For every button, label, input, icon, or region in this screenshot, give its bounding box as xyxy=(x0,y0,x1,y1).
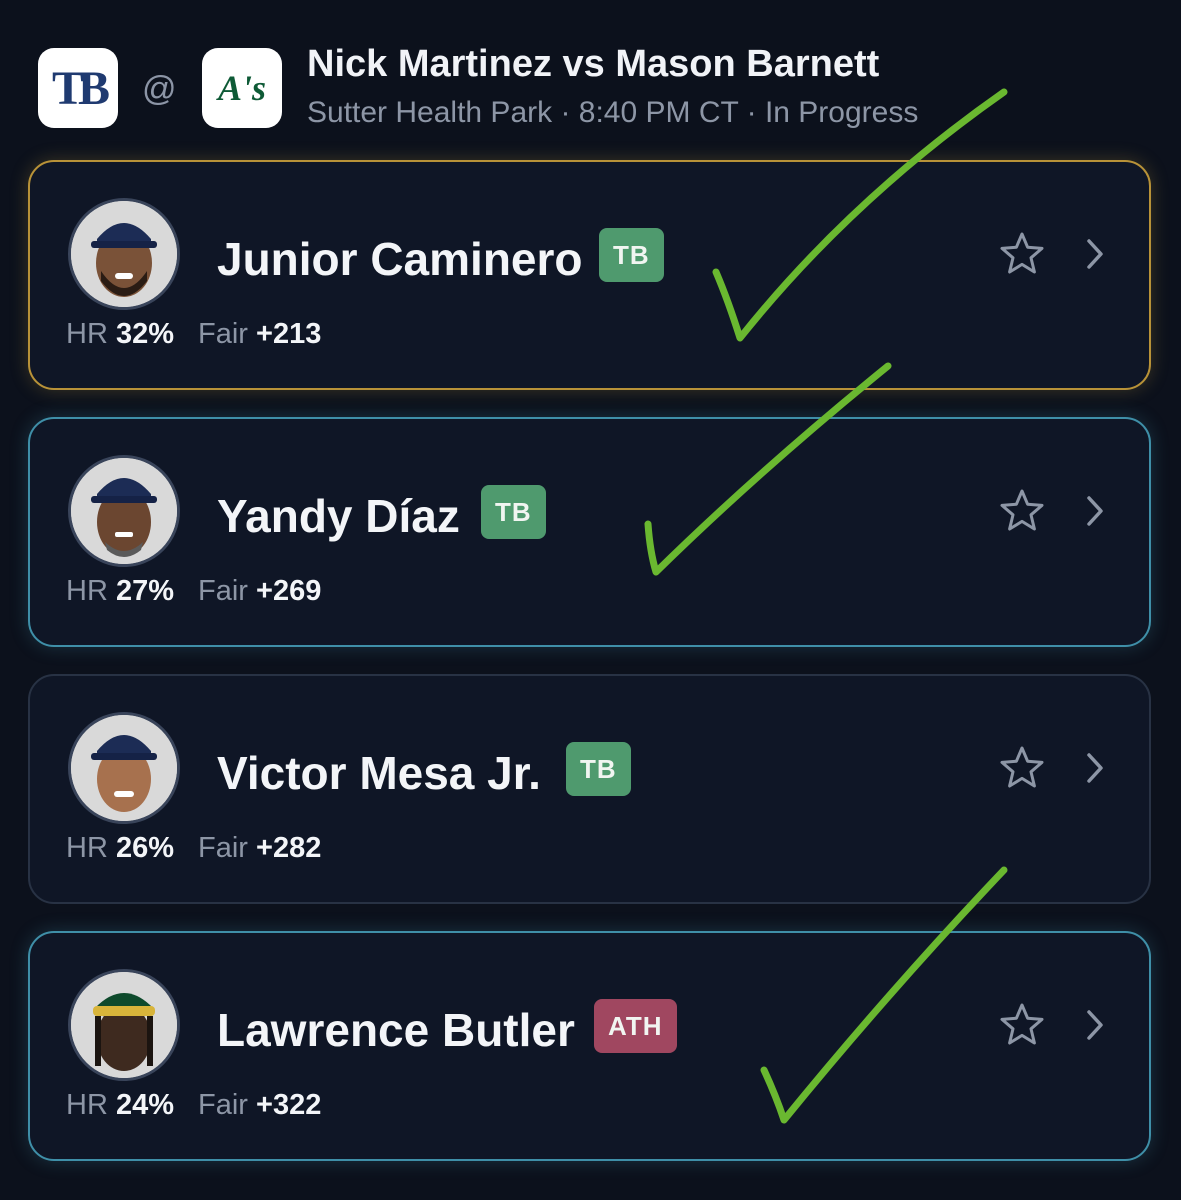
hr-probability: 27% xyxy=(115,575,174,607)
player-card[interactable]: Victor Mesa Jr. TB HR 26% Fair +282 xyxy=(28,674,1151,904)
hr-probability: 32% xyxy=(115,318,174,350)
game-status-subtitle: Sutter Health Park · 8:40 PM CT · In Pro… xyxy=(307,96,919,129)
player-stats: HR 26% Fair +282 xyxy=(66,832,322,864)
player-card[interactable]: Junior Caminero TB HR 32% Fair +213 xyxy=(28,160,1151,390)
tb-team-logo: TB xyxy=(38,48,118,128)
fair-odds: +269 xyxy=(256,575,322,607)
chevron-right-icon[interactable] xyxy=(1080,1007,1110,1043)
star-icon[interactable] xyxy=(998,487,1046,535)
star-icon[interactable] xyxy=(998,230,1046,278)
player-card[interactable]: Lawrence Butler ATH HR 24% Fair +322 xyxy=(28,931,1151,1161)
team-badge: TB xyxy=(481,485,546,539)
team-badge: TB xyxy=(599,228,664,282)
game-header: TB @ A's Nick Martinez vs Mason Barnett … xyxy=(38,43,1138,130)
player-avatar xyxy=(68,712,180,824)
ath-team-logo: A's xyxy=(202,48,282,128)
fair-odds: +213 xyxy=(256,318,322,350)
team-badge: ATH xyxy=(594,999,677,1053)
player-name: Victor Mesa Jr. xyxy=(217,747,541,799)
matchup-title: Nick Martinez vs Mason Barnett xyxy=(307,43,880,85)
player-avatar xyxy=(68,969,180,1081)
player-avatar xyxy=(68,455,180,567)
hr-probability: 24% xyxy=(115,1089,174,1121)
player-avatar xyxy=(68,198,180,310)
player-name: Junior Caminero xyxy=(217,233,583,285)
at-separator: @ xyxy=(142,70,177,108)
team-badge: TB xyxy=(566,742,631,796)
chevron-right-icon[interactable] xyxy=(1080,493,1110,529)
star-icon[interactable] xyxy=(998,744,1046,792)
star-icon[interactable] xyxy=(998,1001,1046,1049)
fair-odds: +322 xyxy=(256,1089,322,1121)
hr-probability: 26% xyxy=(115,832,174,864)
player-card[interactable]: Yandy Díaz TB HR 27% Fair +269 xyxy=(28,417,1151,647)
player-stats: HR 27% Fair +269 xyxy=(66,575,322,607)
player-stats: HR 24% Fair +322 xyxy=(66,1089,322,1121)
player-name: Yandy Díaz xyxy=(217,490,460,542)
chevron-right-icon[interactable] xyxy=(1080,236,1110,272)
fair-odds: +282 xyxy=(256,832,322,864)
player-stats: HR 32% Fair +213 xyxy=(66,318,322,350)
chevron-right-icon[interactable] xyxy=(1080,750,1110,786)
player-name: Lawrence Butler xyxy=(217,1004,575,1056)
